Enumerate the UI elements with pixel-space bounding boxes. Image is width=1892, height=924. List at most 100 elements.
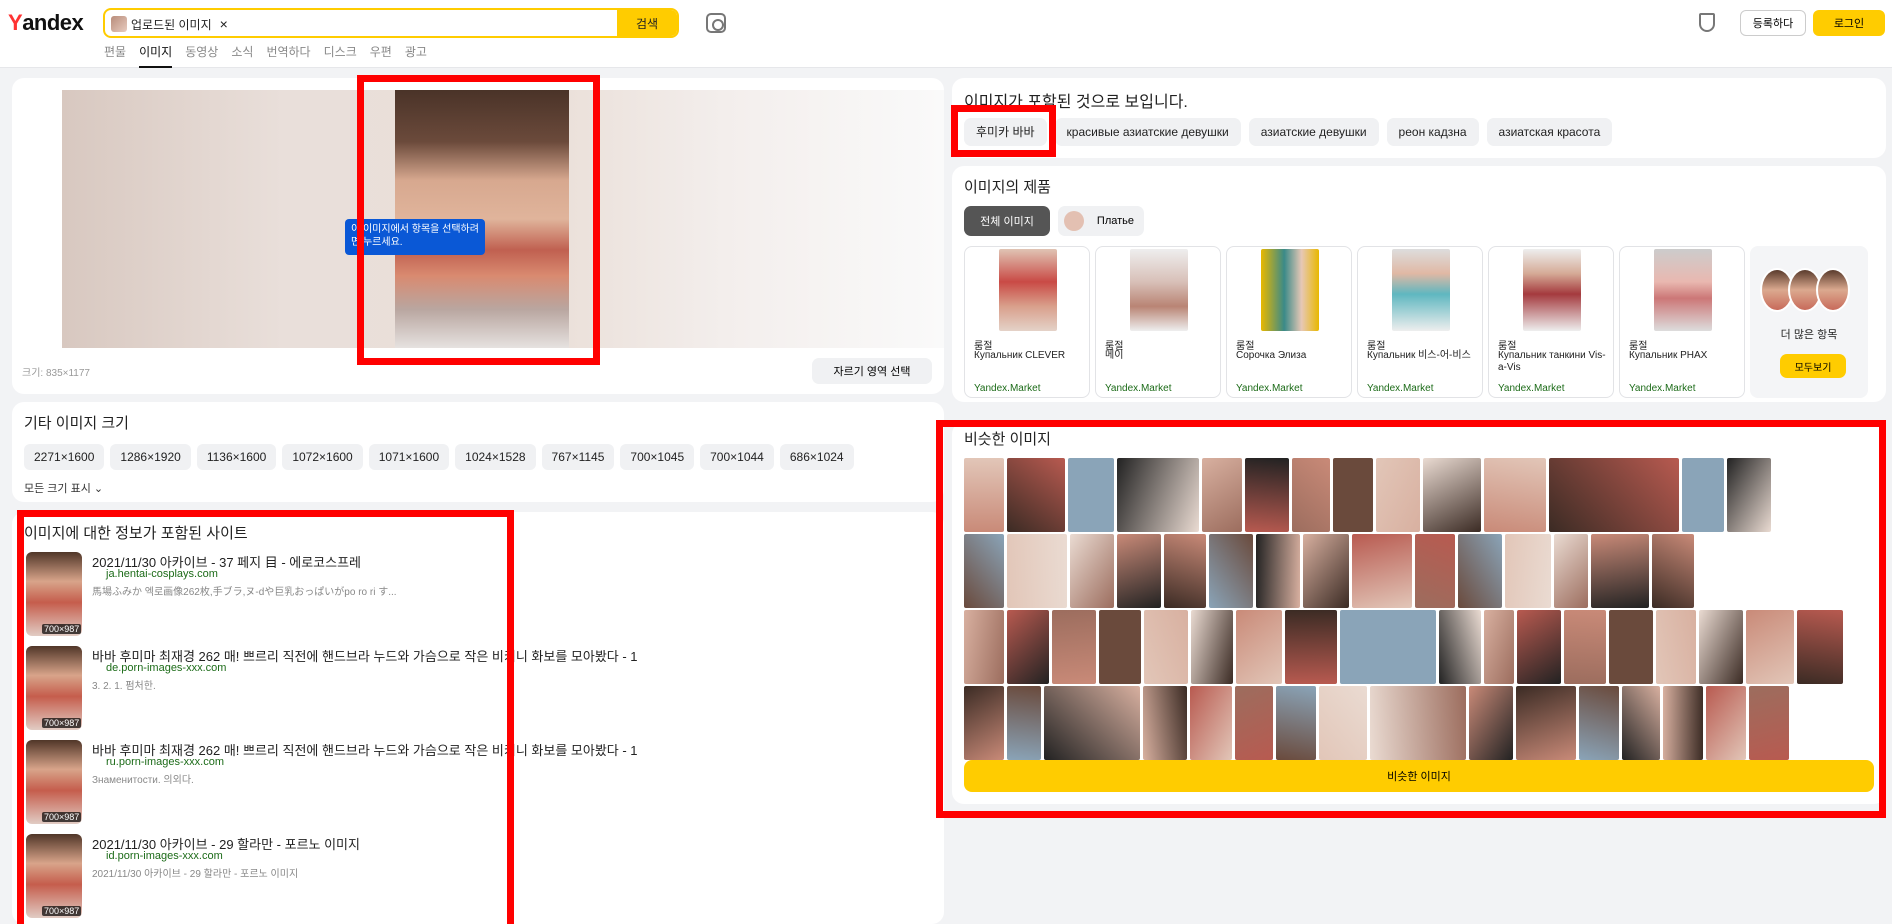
similar-thumbnail[interactable] bbox=[1190, 686, 1232, 760]
tag-chip[interactable]: красивые азиатские девушки bbox=[1054, 118, 1241, 146]
size-option[interactable]: 700×1044 bbox=[700, 444, 774, 470]
site-thumbnail[interactable]: 700×987 bbox=[26, 646, 82, 730]
similar-thumbnail[interactable] bbox=[1209, 534, 1253, 608]
similar-thumbnail[interactable] bbox=[964, 534, 1004, 608]
similar-thumbnail[interactable] bbox=[1579, 686, 1619, 760]
product-card[interactable]: 룸절 Купальник танкини Vis-a-Vis Yandex.Mark… bbox=[1488, 246, 1614, 398]
filter-dress[interactable]: Платье bbox=[1058, 206, 1144, 236]
site-domain[interactable]: de.porn-images-xxx.com bbox=[106, 662, 226, 674]
similar-thumbnail[interactable] bbox=[1549, 458, 1679, 532]
similar-thumbnail[interactable] bbox=[1256, 534, 1300, 608]
size-option[interactable]: 1071×1600 bbox=[368, 444, 450, 470]
similar-thumbnail[interactable] bbox=[1068, 458, 1114, 532]
tag-chip[interactable]: азиатская красота bbox=[1486, 118, 1613, 146]
similar-thumbnail[interactable] bbox=[1044, 686, 1140, 760]
product-card[interactable]: 룸절 메이 Yandex.Market bbox=[1095, 246, 1221, 398]
tag-chip[interactable]: реон кадзна bbox=[1386, 118, 1479, 146]
similar-thumbnail[interactable] bbox=[1423, 458, 1481, 532]
camera-search-icon[interactable] bbox=[706, 13, 726, 33]
similar-thumbnail[interactable] bbox=[1276, 686, 1316, 760]
similar-thumbnail[interactable] bbox=[1652, 534, 1694, 608]
product-card[interactable]: 룸절 Сорочка Элиза Yandex.Market bbox=[1226, 246, 1352, 398]
similar-thumbnail[interactable] bbox=[1117, 534, 1161, 608]
size-option[interactable]: 700×1045 bbox=[620, 444, 695, 470]
similar-thumbnail[interactable] bbox=[1292, 458, 1330, 532]
site-domain[interactable]: ja.hentai-cosplays.com bbox=[106, 568, 218, 580]
show-all-sizes-link[interactable]: 모든 크기 표시 ⌄ bbox=[24, 480, 103, 496]
site-domain[interactable]: ru.porn-images-xxx.com bbox=[106, 756, 224, 768]
similar-thumbnail[interactable] bbox=[1202, 458, 1242, 532]
similar-thumbnail[interactable] bbox=[1609, 610, 1653, 684]
site-thumbnail[interactable]: 700×987 bbox=[26, 552, 82, 636]
size-option[interactable]: 1136×1600 bbox=[196, 444, 277, 470]
similar-thumbnail[interactable] bbox=[1191, 610, 1233, 684]
tab-video[interactable]: 동영상 bbox=[185, 43, 218, 68]
similar-thumbnail[interactable] bbox=[1333, 458, 1373, 532]
similar-thumbnail[interactable] bbox=[1070, 534, 1114, 608]
similar-thumbnail[interactable] bbox=[1682, 458, 1724, 532]
similar-thumbnail[interactable] bbox=[1439, 610, 1481, 684]
tab-translate[interactable]: 번역하다 bbox=[266, 43, 310, 68]
similar-thumbnail[interactable] bbox=[1517, 610, 1561, 684]
size-option[interactable]: 686×1024 bbox=[779, 444, 854, 470]
site-thumbnail[interactable]: 700×987 bbox=[26, 834, 82, 918]
similar-thumbnail[interactable] bbox=[964, 686, 1004, 760]
tag-chip[interactable]: азиатские девушки bbox=[1248, 118, 1379, 146]
similar-thumbnail[interactable] bbox=[1143, 686, 1187, 760]
similar-thumbnail[interactable] bbox=[1564, 610, 1606, 684]
similar-thumbnail[interactable] bbox=[1727, 458, 1771, 532]
similar-thumbnail[interactable] bbox=[1622, 686, 1660, 760]
size-option[interactable]: 1072×1600 bbox=[282, 444, 363, 470]
site-result[interactable]: 700×987 바바 후미마 최재경 262 매! 쁘르리 직전에 핸드브라 누… bbox=[26, 646, 906, 734]
similar-thumbnail[interactable] bbox=[1303, 534, 1349, 608]
tab-images[interactable]: 이미지 bbox=[139, 43, 173, 68]
tab-mail[interactable]: 편물 bbox=[104, 43, 126, 68]
search-button[interactable]: 검색 bbox=[617, 10, 677, 36]
site-result[interactable]: 700×987 2021/11/30 아카이브 - 37 페지 目 - 에로코스… bbox=[26, 552, 906, 640]
crop-area-button[interactable]: 자르기 영역 선택 bbox=[812, 358, 932, 384]
similar-thumbnail[interactable] bbox=[1415, 534, 1455, 608]
site-domain[interactable]: id.porn-images-xxx.com bbox=[106, 850, 223, 862]
tab-ads[interactable]: 광고 bbox=[405, 43, 427, 68]
similar-thumbnail[interactable] bbox=[1376, 458, 1420, 532]
tag-chip[interactable]: 후미카 바바 bbox=[964, 118, 1047, 146]
similar-thumbnail[interactable] bbox=[1505, 534, 1551, 608]
size-option[interactable]: 1286×1920 bbox=[110, 444, 191, 470]
similar-thumbnail[interactable] bbox=[1007, 534, 1067, 608]
similar-thumbnail[interactable] bbox=[1663, 686, 1703, 760]
similar-thumbnail[interactable] bbox=[1554, 534, 1588, 608]
product-card[interactable]: 룸절 Купальник PHAX Yandex.Market bbox=[1619, 246, 1745, 398]
shield-icon[interactable] bbox=[1699, 13, 1715, 32]
similar-thumbnail[interactable] bbox=[1352, 534, 1412, 608]
clear-icon[interactable]: × bbox=[220, 16, 228, 32]
similar-thumbnail[interactable] bbox=[1706, 686, 1746, 760]
similar-thumbnail[interactable] bbox=[1469, 686, 1513, 760]
search-bar[interactable]: 업로드된 이미지 × 검색 bbox=[103, 8, 679, 38]
size-option[interactable]: 1024×1528 bbox=[455, 444, 536, 470]
tab-news[interactable]: 소식 bbox=[231, 43, 253, 68]
size-option[interactable]: 767×1145 bbox=[541, 444, 615, 470]
filter-all-images[interactable]: 전체 이미지 bbox=[964, 206, 1050, 236]
similar-thumbnail[interactable] bbox=[1117, 458, 1199, 532]
similar-thumbnail[interactable] bbox=[1099, 610, 1141, 684]
site-result[interactable]: 700×987 바바 후미마 최재경 262 매! 쁘르리 직전에 핸드브라 누… bbox=[26, 740, 906, 828]
login-button[interactable]: 로그인 bbox=[1813, 10, 1885, 36]
view-all-button[interactable]: 모두보기 bbox=[1780, 354, 1846, 378]
similar-thumbnail[interactable] bbox=[1458, 534, 1502, 608]
product-card[interactable]: 룸절 Купальник 비스-어-비스 Yandex.Market bbox=[1357, 246, 1483, 398]
size-option[interactable]: 2271×1600 bbox=[24, 444, 105, 470]
similar-thumbnail[interactable] bbox=[1052, 610, 1096, 684]
similar-thumbnail[interactable] bbox=[1749, 686, 1789, 760]
similar-thumbnail[interactable] bbox=[1319, 686, 1367, 760]
similar-thumbnail[interactable] bbox=[1285, 610, 1337, 684]
similar-thumbnail[interactable] bbox=[1007, 610, 1049, 684]
similar-thumbnail[interactable] bbox=[964, 458, 1004, 532]
product-card[interactable]: 룸절 Купальник CLEVER Yandex.Market bbox=[964, 246, 1090, 398]
similar-thumbnail[interactable] bbox=[1007, 458, 1065, 532]
similar-thumbnail[interactable] bbox=[1484, 610, 1514, 684]
similar-thumbnail[interactable] bbox=[1699, 610, 1743, 684]
similar-thumbnail[interactable] bbox=[1236, 610, 1282, 684]
similar-thumbnail[interactable] bbox=[1656, 610, 1696, 684]
similar-thumbnail[interactable] bbox=[1245, 458, 1289, 532]
tab-mail2[interactable]: 우편 bbox=[370, 43, 392, 68]
